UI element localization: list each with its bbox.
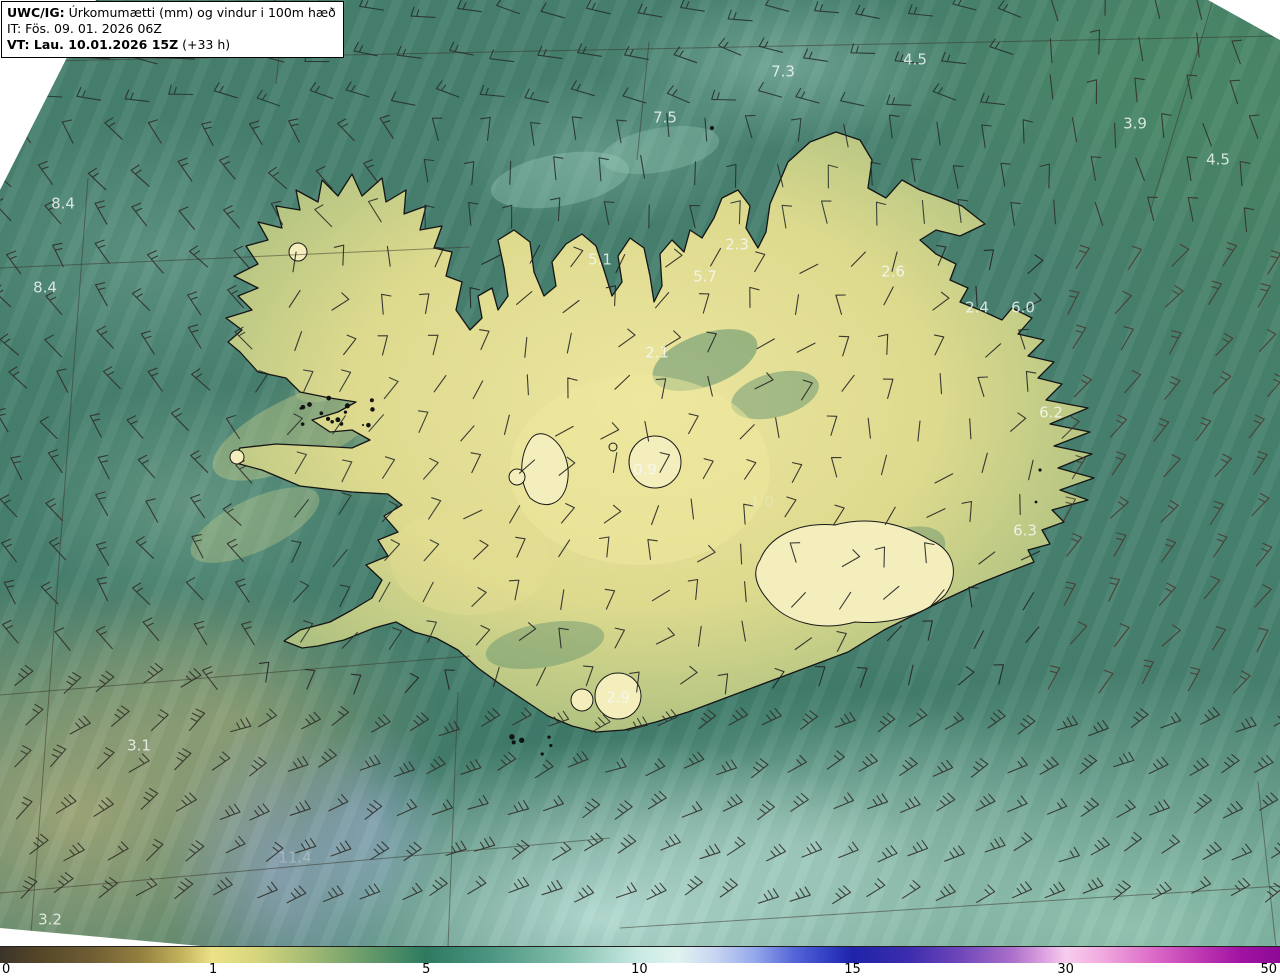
valid-time: VT: Lau. 10.01.2026 15Z	[7, 37, 179, 52]
precip-value-label: 7.3	[771, 62, 795, 81]
glacier-eiriksjokull	[508, 468, 526, 486]
precip-value-label: 2.4	[965, 298, 989, 317]
colorbar-tick-label: 1	[208, 962, 218, 977]
colorbar-tick-label: 30	[1057, 962, 1074, 977]
colorbar-tick-label: 0	[2, 962, 11, 977]
precip-value-label: 7.5	[653, 108, 677, 127]
title-box: UWC/IG: Úrkomumætti (mm) og vindur i 100…	[1, 1, 344, 58]
precip-value-label: 3.9	[1123, 114, 1147, 133]
weather-map: 7.3 4.5 7.5 3.9 4.5 8.4 8.4 5.1 2.3 5.7 2.6 2.4 6.0 2…	[0, 0, 1280, 978]
colorbar-labels: 0 1 5 10 15 30 50	[0, 963, 1280, 978]
colorbar-tick-label: 5	[422, 962, 431, 977]
precip-value-label: 2.6	[881, 262, 905, 281]
map-title: Úrkomumætti (mm) og vindur i 100m hæð	[64, 5, 336, 20]
colorbar: 0 1 5 10 15 30 50	[0, 946, 1280, 978]
product-title-line: UWC/IG: Úrkomumætti (mm) og vindur i 100…	[7, 5, 336, 21]
colorbar-tick-label: 50	[1260, 962, 1277, 977]
precip-value-label: 6.2	[1039, 403, 1063, 422]
precip-value-label: 4.5	[903, 50, 927, 69]
init-time: IT: Fös. 09. 01. 2026 06Z	[7, 21, 162, 36]
glacier-eyjafjallajokull	[570, 688, 594, 712]
colorbar-tick-label: 10	[631, 962, 648, 977]
precip-value-label: 6.0	[1011, 298, 1035, 317]
precip-value-label: 6.3	[1013, 521, 1037, 540]
precip-value-label: 0.9	[633, 460, 657, 479]
precip-value-label-faint: 11.4	[278, 848, 312, 867]
valid-time-line: VT: Lau. 10.01.2026 15Z (+33 h)	[7, 37, 336, 53]
precip-value-label: 8.4	[51, 194, 75, 213]
precip-value-label: 3.1	[127, 736, 151, 755]
product-label: UWC/IG:	[7, 5, 65, 20]
precip-value-label: 2.9	[606, 688, 630, 707]
colorbar-tick-label: 15	[844, 962, 861, 977]
valid-offset: (+33 h)	[178, 37, 231, 52]
precip-value-label: 5.7	[693, 267, 717, 286]
precip-value-label: 3.2	[38, 910, 62, 929]
precip-value-label: 2.3	[725, 235, 749, 254]
precip-value-label: 5.1	[588, 250, 612, 269]
glacier-vatnajokull	[755, 520, 954, 627]
precip-value-label: 4.5	[1206, 150, 1230, 169]
precip-value-label: 8.4	[33, 278, 57, 297]
colorbar-gradient	[0, 946, 1280, 963]
glacier-drangajokull	[288, 242, 308, 262]
init-time-line: IT: Fös. 09. 01. 2026 06Z	[7, 21, 336, 37]
precip-value-label: 2.1	[645, 343, 669, 362]
precip-value-label-faint: 1.0	[750, 492, 774, 511]
